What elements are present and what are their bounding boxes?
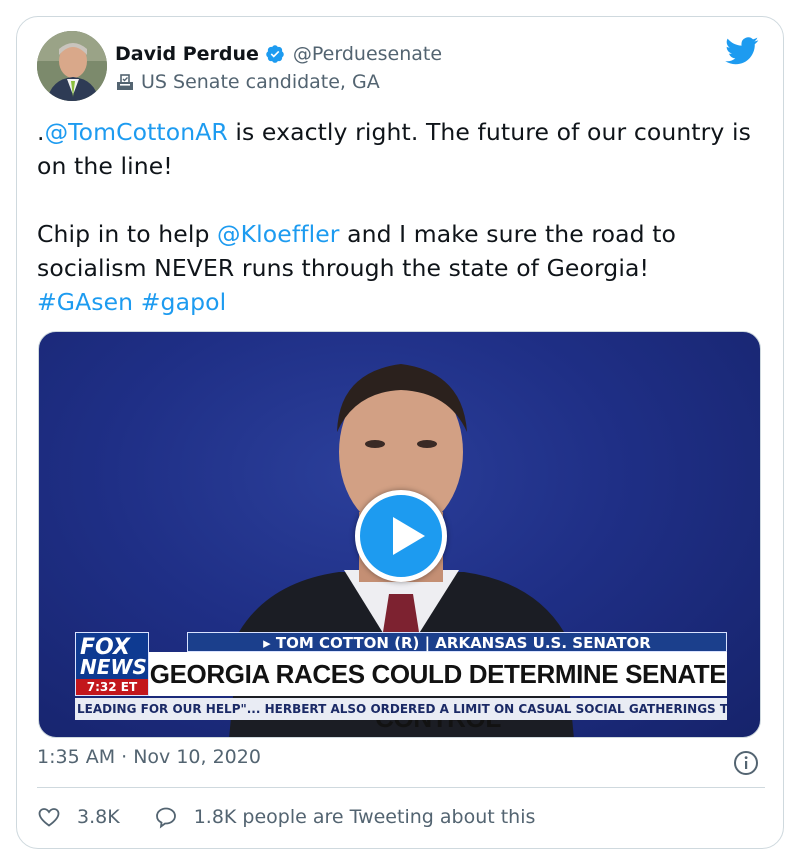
nameplate: ▸ TOM COTTON (R) | ARKANSAS U.S. SENATOR bbox=[187, 632, 727, 652]
reply-conversation-link[interactable]: 1.8K people are Tweeting about this bbox=[154, 805, 536, 829]
verified-badge-icon bbox=[266, 45, 284, 63]
hashtag-gasen[interactable]: #GAsen bbox=[37, 288, 133, 316]
action-bar: 3.8K 1.8K people are Tweeting about this bbox=[37, 803, 535, 831]
logo-text: NEWS bbox=[80, 655, 147, 679]
account-label: US Senate candidate, GA bbox=[141, 71, 380, 93]
heart-icon bbox=[38, 808, 60, 827]
author-name[interactable]: David Perdue bbox=[115, 43, 259, 65]
tweet-card: David Perdue @Perduesenate US Senate can… bbox=[16, 16, 784, 849]
like-button[interactable]: 3.8K bbox=[37, 805, 120, 829]
play-button[interactable] bbox=[355, 490, 447, 582]
hashtag-gapol[interactable]: #gapol bbox=[141, 288, 226, 316]
like-count: 3.8K bbox=[77, 806, 120, 828]
tweet-timestamp[interactable]: 1:35 AM · Nov 10, 2020 bbox=[37, 746, 261, 768]
broadcast-clock: 7:32 ET bbox=[76, 679, 148, 695]
news-ticker: LEADING FOR OUR HELP"... HERBERT ALSO OR… bbox=[75, 698, 727, 720]
headline-chyron: GEORGIA RACES COULD DETERMINE SENATE CON… bbox=[149, 652, 727, 733]
info-icon[interactable] bbox=[733, 750, 759, 776]
author-handle[interactable]: @Perduesenate bbox=[293, 43, 442, 65]
tweet-text: .@TomCottonAR is exactly right. The futu… bbox=[37, 115, 767, 319]
text-prefix: . bbox=[37, 118, 45, 146]
twitter-bird-icon[interactable] bbox=[725, 37, 759, 65]
mention-kloeffler[interactable]: @Kloeffler bbox=[217, 220, 339, 248]
fox-news-logo: FOX NEWS 7:32 ET bbox=[75, 632, 149, 696]
text-segment: Chip in to help bbox=[37, 220, 218, 248]
avatar[interactable] bbox=[37, 31, 107, 101]
mention-tomcotton[interactable]: @TomCottonAR bbox=[45, 118, 228, 146]
speech-bubble-icon bbox=[155, 807, 176, 829]
conversation-text: 1.8K people are Tweeting about this bbox=[193, 806, 536, 828]
video-player[interactable]: FOX NEWS 7:32 ET ▸ TOM COTTON (R) | ARKA… bbox=[38, 331, 761, 738]
divider bbox=[37, 787, 765, 788]
ballot-box-icon bbox=[117, 74, 133, 90]
